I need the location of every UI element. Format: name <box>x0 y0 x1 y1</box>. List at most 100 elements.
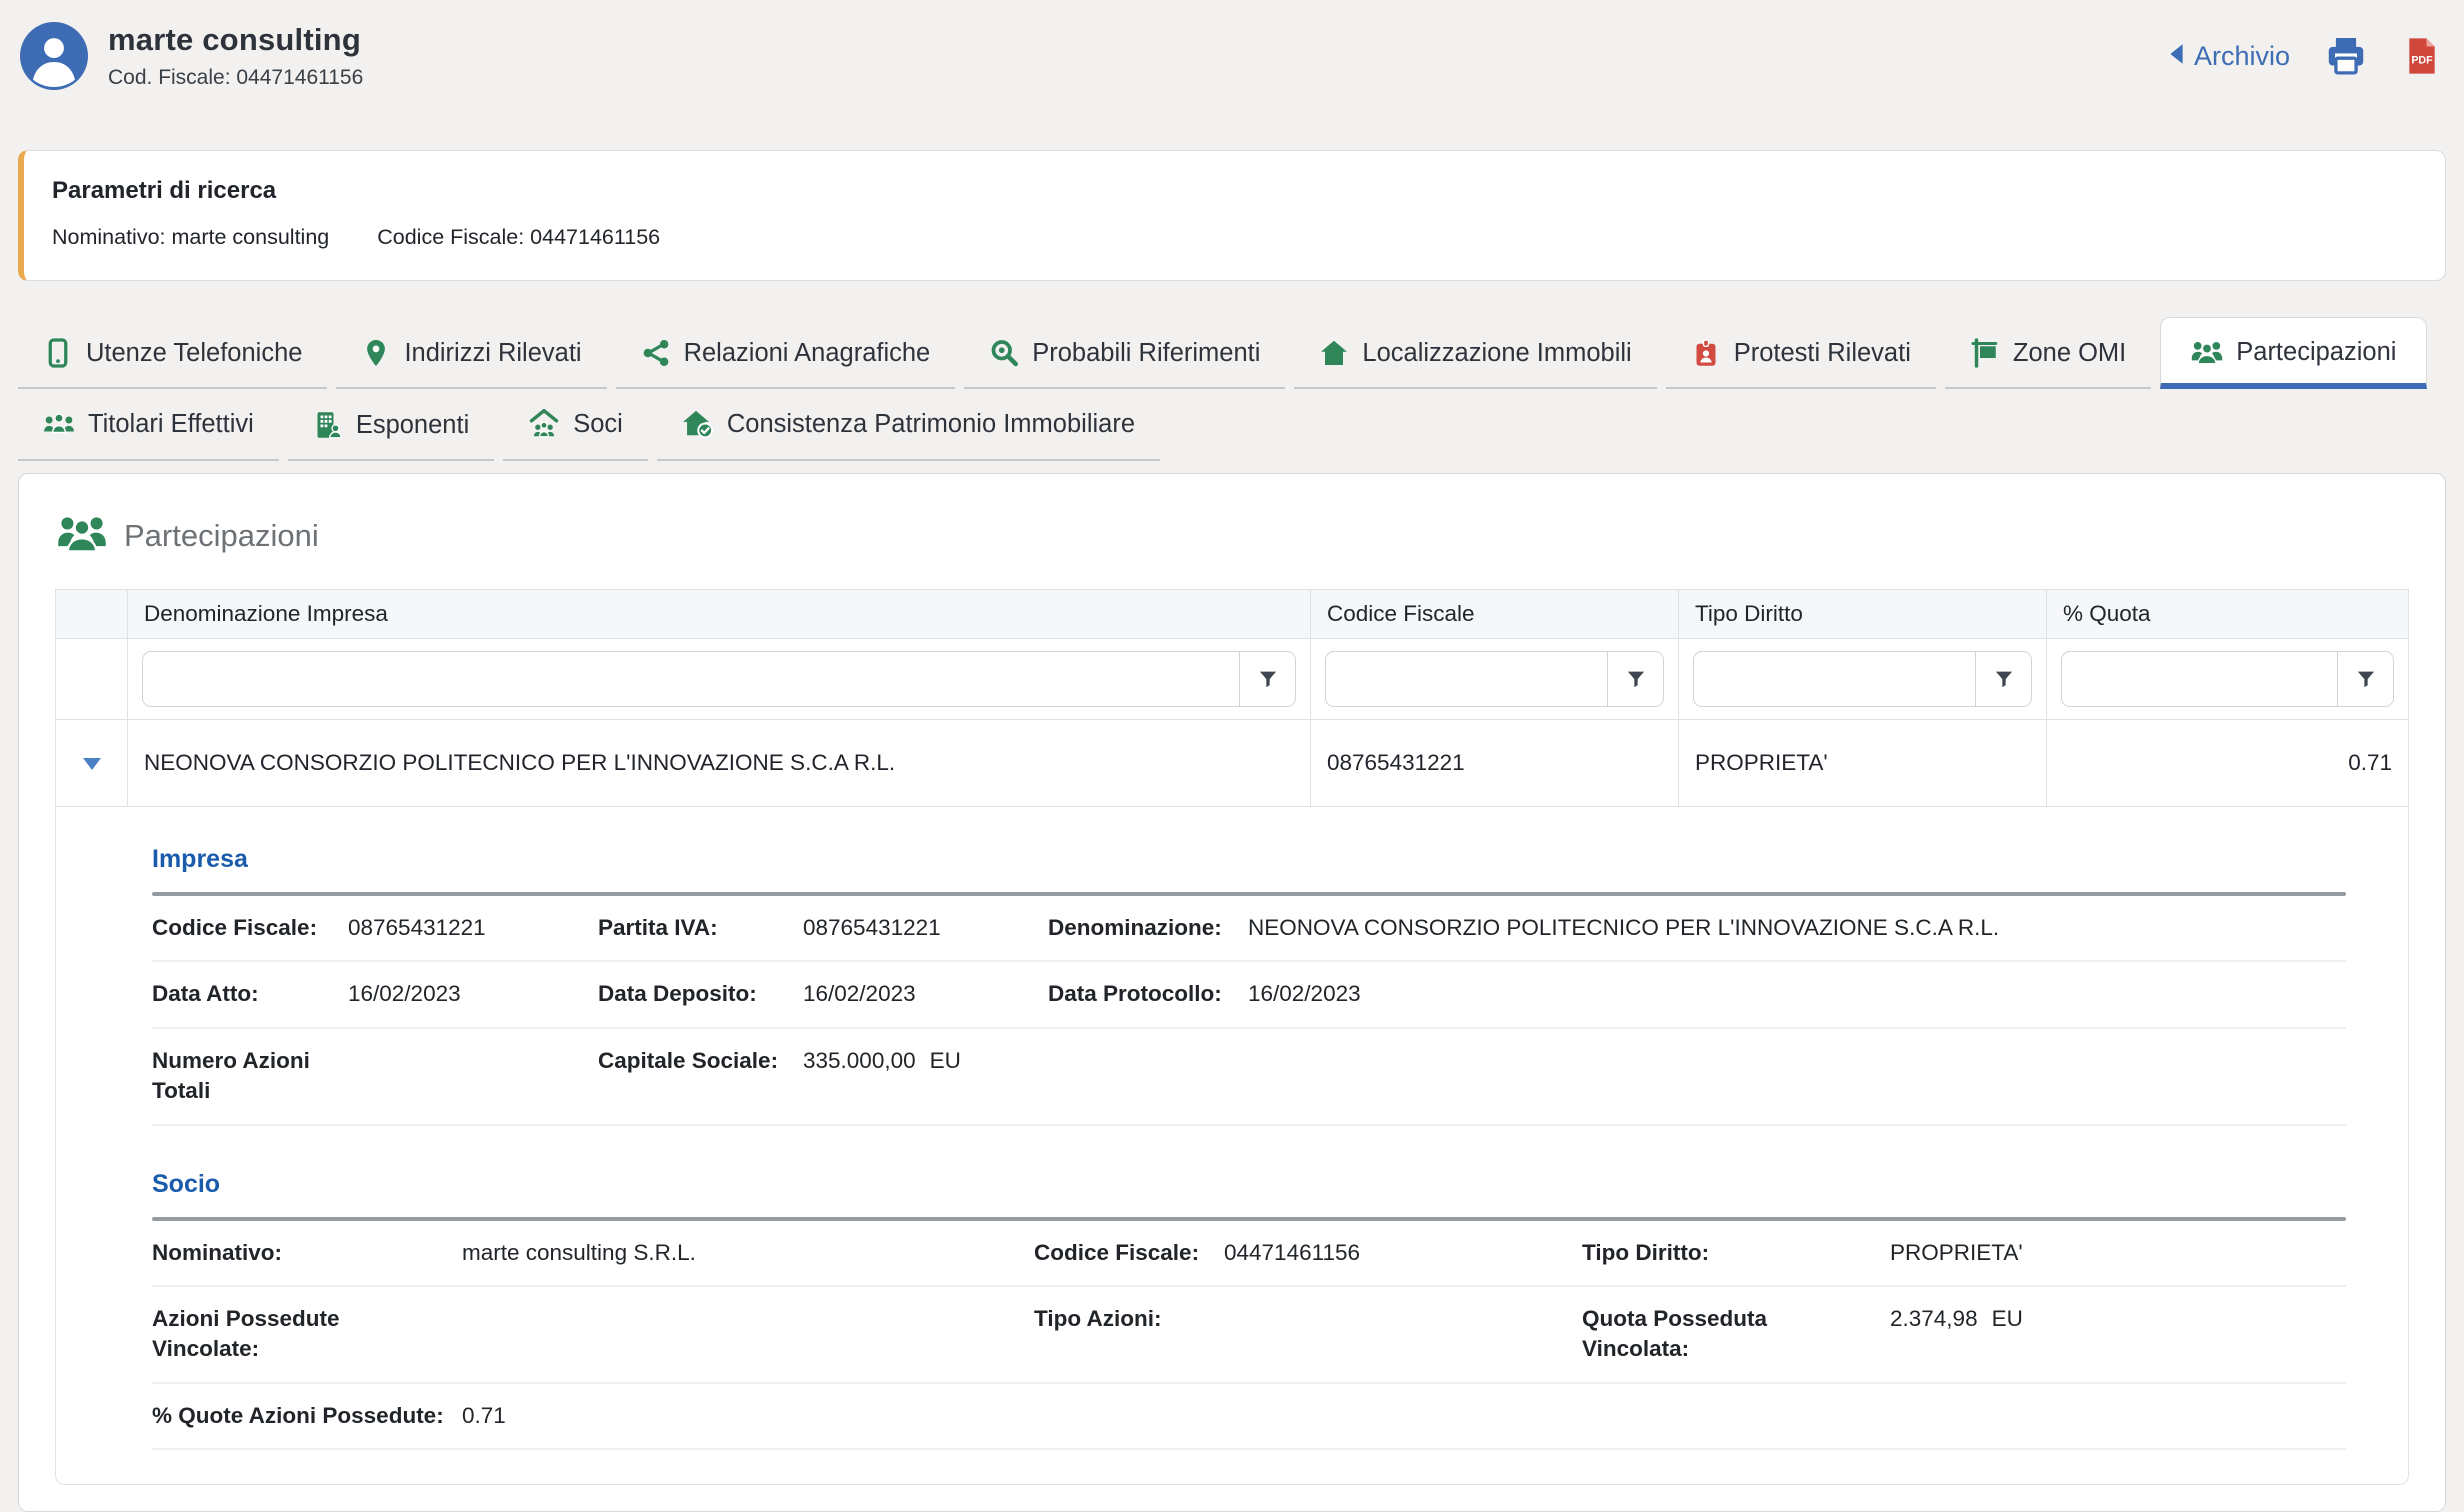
field-value: 16/02/2023 <box>1248 979 2346 1009</box>
section-title: Partecipazioni <box>124 518 319 554</box>
content-card: Partecipazioni Denominazione Impresa Cod… <box>18 473 2446 1512</box>
tabs-row-secondary: Titolari Effettivi Esponenti <box>18 389 2446 461</box>
filter-group-denominazione <box>142 651 1296 707</box>
tab-esponenti[interactable]: Esponenti <box>288 391 494 461</box>
detail-row: Data Atto: 16/02/2023 Data Deposito: 16/… <box>152 962 2346 1028</box>
field-label: Data Protocollo: <box>1048 979 1248 1009</box>
tab-relazioni-anagrafiche[interactable]: Relazioni Anagrafiche <box>616 319 956 389</box>
filter-group-codice-fiscale <box>1325 651 1664 707</box>
search-params-title: Parametri di ricerca <box>52 177 2417 205</box>
company-avatar-icon <box>20 22 88 90</box>
detail-row: Nominativo: marte consulting S.R.L. Codi… <box>152 1221 2346 1287</box>
detail-row: Codice Fiscale: 08765431221 Partita IVA:… <box>152 896 2346 962</box>
funnel-icon <box>1625 668 1647 690</box>
field-label: Quota Posseduta Vincolata: <box>1582 1304 1890 1365</box>
archive-link[interactable]: Archivio <box>2169 41 2290 72</box>
svg-text:PDF: PDF <box>2411 55 2433 67</box>
building-person-icon <box>313 410 343 440</box>
chevron-down-icon[interactable] <box>83 758 101 770</box>
field-label: Codice Fiscale: <box>152 913 348 943</box>
filter-input-quota[interactable] <box>2062 652 2337 706</box>
filter-input-denominazione[interactable] <box>143 652 1239 706</box>
field-value: NEONOVA CONSORZIO POLITECNICO PER L'INNO… <box>1248 913 2346 943</box>
search-param-codice-fiscale: Codice Fiscale: 04471461156 <box>377 225 660 250</box>
tab-consistenza-patrimonio[interactable]: Consistenza Patrimonio Immobiliare <box>657 389 1160 461</box>
currency-unit: EU <box>1992 1306 2023 1331</box>
tab-label: Soci <box>573 410 623 439</box>
funnel-icon <box>1993 668 2015 690</box>
field-label: Numero Azioni Totali <box>152 1046 348 1107</box>
print-button[interactable] <box>2324 34 2368 78</box>
field-label: Data Atto: <box>152 979 348 1009</box>
row-expander[interactable] <box>56 720 128 807</box>
filter-button-quota[interactable] <box>2337 652 2393 706</box>
table-row[interactable]: NEONOVA CONSORZIO POLITECNICO PER L'INNO… <box>56 720 2409 807</box>
people-group-icon <box>57 508 107 563</box>
field-value: 2.374,98EU <box>1890 1304 2346 1334</box>
filter-button-codice-fiscale[interactable] <box>1607 652 1663 706</box>
tab-protesti-rilevati[interactable]: Protesti Rilevati <box>1666 319 1936 389</box>
filter-group-tipo-diritto <box>1693 651 2032 707</box>
people-group-icon <box>2191 336 2223 368</box>
column-header-expander <box>56 590 128 639</box>
field-label: Partita IVA: <box>598 913 803 943</box>
field-label: Capitale Sociale: <box>598 1046 803 1076</box>
tab-label: Probabili Riferimenti <box>1032 339 1260 368</box>
tab-titolari-effettivi[interactable]: Titolari Effettivi <box>18 389 279 461</box>
tab-label: Esponenti <box>356 411 469 440</box>
printer-icon <box>2324 34 2368 78</box>
column-header-codice-fiscale[interactable]: Codice Fiscale <box>1311 590 1679 639</box>
back-arrow-icon <box>2169 41 2184 72</box>
people-three-icon <box>43 408 75 440</box>
participations-table: Denominazione Impresa Codice Fiscale Tip… <box>55 589 2409 807</box>
tab-label: Relazioni Anagrafiche <box>684 339 931 368</box>
filter-cell-empty <box>56 639 128 720</box>
cell-quota: 0.71 <box>2047 720 2409 807</box>
company-title: marte consulting <box>108 22 363 58</box>
tab-label: Zone OMI <box>2013 339 2126 368</box>
filter-input-tipo-diritto[interactable] <box>1694 652 1975 706</box>
house-icon <box>1319 338 1349 368</box>
tab-soci[interactable]: Soci <box>503 389 648 461</box>
filter-button-tipo-diritto[interactable] <box>1975 652 2031 706</box>
field-value: 0.71 <box>462 1401 1034 1431</box>
field-value: 16/02/2023 <box>803 979 1048 1009</box>
search-params-card: Parametri di ricerca Nominativo: marte c… <box>18 150 2446 281</box>
street-sign-icon <box>1970 338 2000 368</box>
field-value: 08765431221 <box>803 913 1048 943</box>
filter-group-quota <box>2061 651 2394 707</box>
tab-label: Titolari Effettivi <box>88 410 254 439</box>
field-label: % Quote Azioni Possedute: <box>152 1401 462 1431</box>
tab-utenze-telefoniche[interactable]: Utenze Telefoniche <box>18 319 327 389</box>
tab-partecipazioni[interactable]: Partecipazioni <box>2160 317 2427 389</box>
id-badge-icon <box>1691 338 1721 368</box>
detail-row: Azioni Possedute Vincolate: Tipo Azioni:… <box>152 1287 2346 1384</box>
field-label: Denominazione: <box>1048 913 1248 943</box>
share-nodes-icon <box>641 338 671 368</box>
tab-zone-omi[interactable]: Zone OMI <box>1945 319 2151 389</box>
field-value: marte consulting S.R.L. <box>462 1238 1034 1268</box>
field-value: 08765431221 <box>348 913 598 943</box>
field-label: Azioni Possedute Vincolate: <box>152 1304 462 1365</box>
column-header-denominazione[interactable]: Denominazione Impresa <box>128 590 1311 639</box>
field-value: 04471461156 <box>1224 1238 1582 1268</box>
app-header: marte consulting Cod. Fiscale: 044714611… <box>0 0 2464 110</box>
funnel-icon <box>2355 668 2377 690</box>
column-header-quota[interactable]: % Quota <box>2047 590 2409 639</box>
field-value: PROPRIETA' <box>1890 1238 2346 1268</box>
filter-input-codice-fiscale[interactable] <box>1326 652 1607 706</box>
pdf-file-icon: PDF <box>2402 34 2442 78</box>
tab-probabili-riferimenti[interactable]: Probabili Riferimenti <box>964 319 1285 389</box>
pdf-export-button[interactable]: PDF <box>2402 34 2442 78</box>
filter-button-denominazione[interactable] <box>1239 652 1295 706</box>
socio-section-title: Socio <box>152 1170 2346 1199</box>
phone-icon <box>43 338 73 368</box>
tabs-row-primary: Utenze Telefoniche Indirizzi Rilevati Re… <box>18 317 2446 389</box>
tab-localizzazione-immobili[interactable]: Localizzazione Immobili <box>1294 319 1656 389</box>
field-value: 335.000,00EU <box>803 1046 1048 1076</box>
tab-indirizzi-rilevati[interactable]: Indirizzi Rilevati <box>336 319 606 389</box>
column-header-tipo-diritto[interactable]: Tipo Diritto <box>1679 590 2047 639</box>
tab-label: Utenze Telefoniche <box>86 339 302 368</box>
field-value: 16/02/2023 <box>348 979 598 1009</box>
field-label: Codice Fiscale: <box>1034 1238 1224 1268</box>
